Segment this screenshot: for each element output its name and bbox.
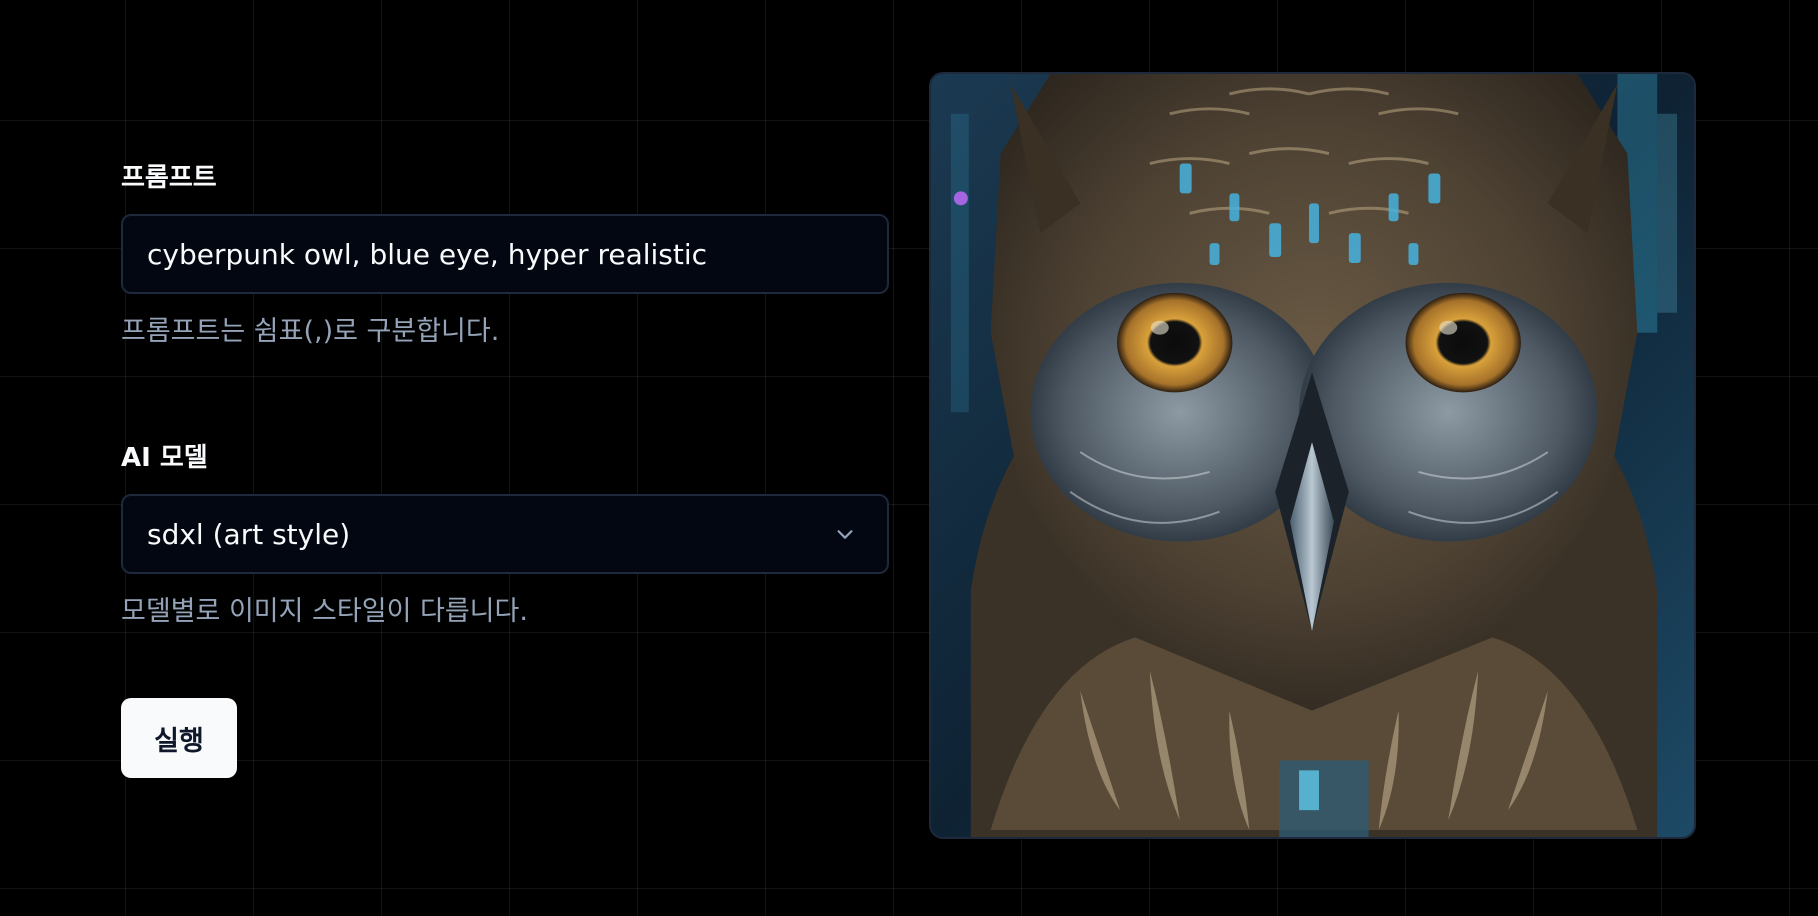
prompt-input[interactable] bbox=[121, 214, 889, 294]
run-button[interactable]: 실행 bbox=[121, 698, 237, 778]
generation-form: 프롬프트 프롬프트는 쉼표(,)로 구분합니다. AI 모델 sdxl (art… bbox=[121, 160, 889, 778]
model-field-group: AI 모델 sdxl (art style) 모델별로 이미지 스타일이 다릅니… bbox=[121, 440, 889, 632]
model-helper-text: 모델별로 이미지 스타일이 다릅니다. bbox=[121, 596, 528, 627]
prompt-label: 프롬프트 bbox=[121, 163, 217, 193]
prompt-field-group: 프롬프트 프롬프트는 쉼표(,)로 구분합니다. bbox=[121, 160, 889, 352]
prompt-helper-text: 프롬프트는 쉼표(,)로 구분합니다. bbox=[121, 316, 500, 347]
chevron-down-icon bbox=[833, 522, 857, 546]
model-label: AI 모델 bbox=[121, 443, 208, 473]
model-select[interactable]: sdxl (art style) bbox=[121, 494, 889, 574]
owl-image bbox=[931, 74, 1694, 837]
model-select-value: sdxl (art style) bbox=[147, 517, 351, 551]
generated-image bbox=[929, 72, 1696, 839]
